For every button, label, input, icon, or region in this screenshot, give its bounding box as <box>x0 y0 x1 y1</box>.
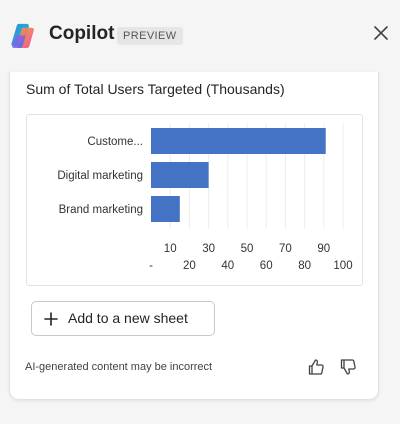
chart-title: Sum of Total Users Targeted (Thousands) <box>26 81 285 97</box>
category-label: Brand marketing <box>59 204 143 216</box>
bar-1 <box>151 162 209 188</box>
x-tick-label: 60 <box>260 260 273 272</box>
x-tick-label: 90 <box>317 243 330 255</box>
bar-0 <box>151 128 326 154</box>
x-tick-label: 30 <box>202 243 215 255</box>
bar-chart: Custome... Digital marketing Brand marketi… <box>57 123 353 272</box>
thumbs-up-icon[interactable] <box>307 358 325 376</box>
copilot-logo-icon <box>11 23 34 49</box>
x-tick-label: 100 <box>333 260 352 272</box>
add-to-new-sheet-label: Add to a new sheet <box>68 310 188 326</box>
close-icon[interactable] <box>372 24 390 42</box>
response-card: Sum of Total Users Targeted (Thousands) … <box>9 72 379 400</box>
category-label: Custome... <box>87 136 143 148</box>
bar-2 <box>151 196 180 222</box>
ai-disclaimer: AI-generated content may be incorrect <box>25 361 213 373</box>
x-tick-label: 80 <box>298 260 311 272</box>
category-label: Digital marketing <box>57 170 143 182</box>
thumbs-down-icon[interactable] <box>339 358 357 376</box>
chart-container: Custome... Digital marketing Brand marketi… <box>26 114 363 286</box>
add-to-new-sheet-button[interactable]: Add to a new sheet <box>31 301 215 336</box>
preview-badge: PREVIEW <box>117 27 183 45</box>
plus-icon <box>44 312 58 326</box>
app-title: Copilot <box>49 23 115 44</box>
x-tick-label: 40 <box>221 260 234 272</box>
x-tick-label: 50 <box>241 243 254 255</box>
x-tick-label: - <box>149 260 153 272</box>
x-tick-label: 70 <box>279 243 292 255</box>
x-tick-label: 20 <box>183 260 196 272</box>
copilot-header: Copilot PREVIEW <box>0 0 400 66</box>
x-tick-label: 10 <box>164 243 177 255</box>
